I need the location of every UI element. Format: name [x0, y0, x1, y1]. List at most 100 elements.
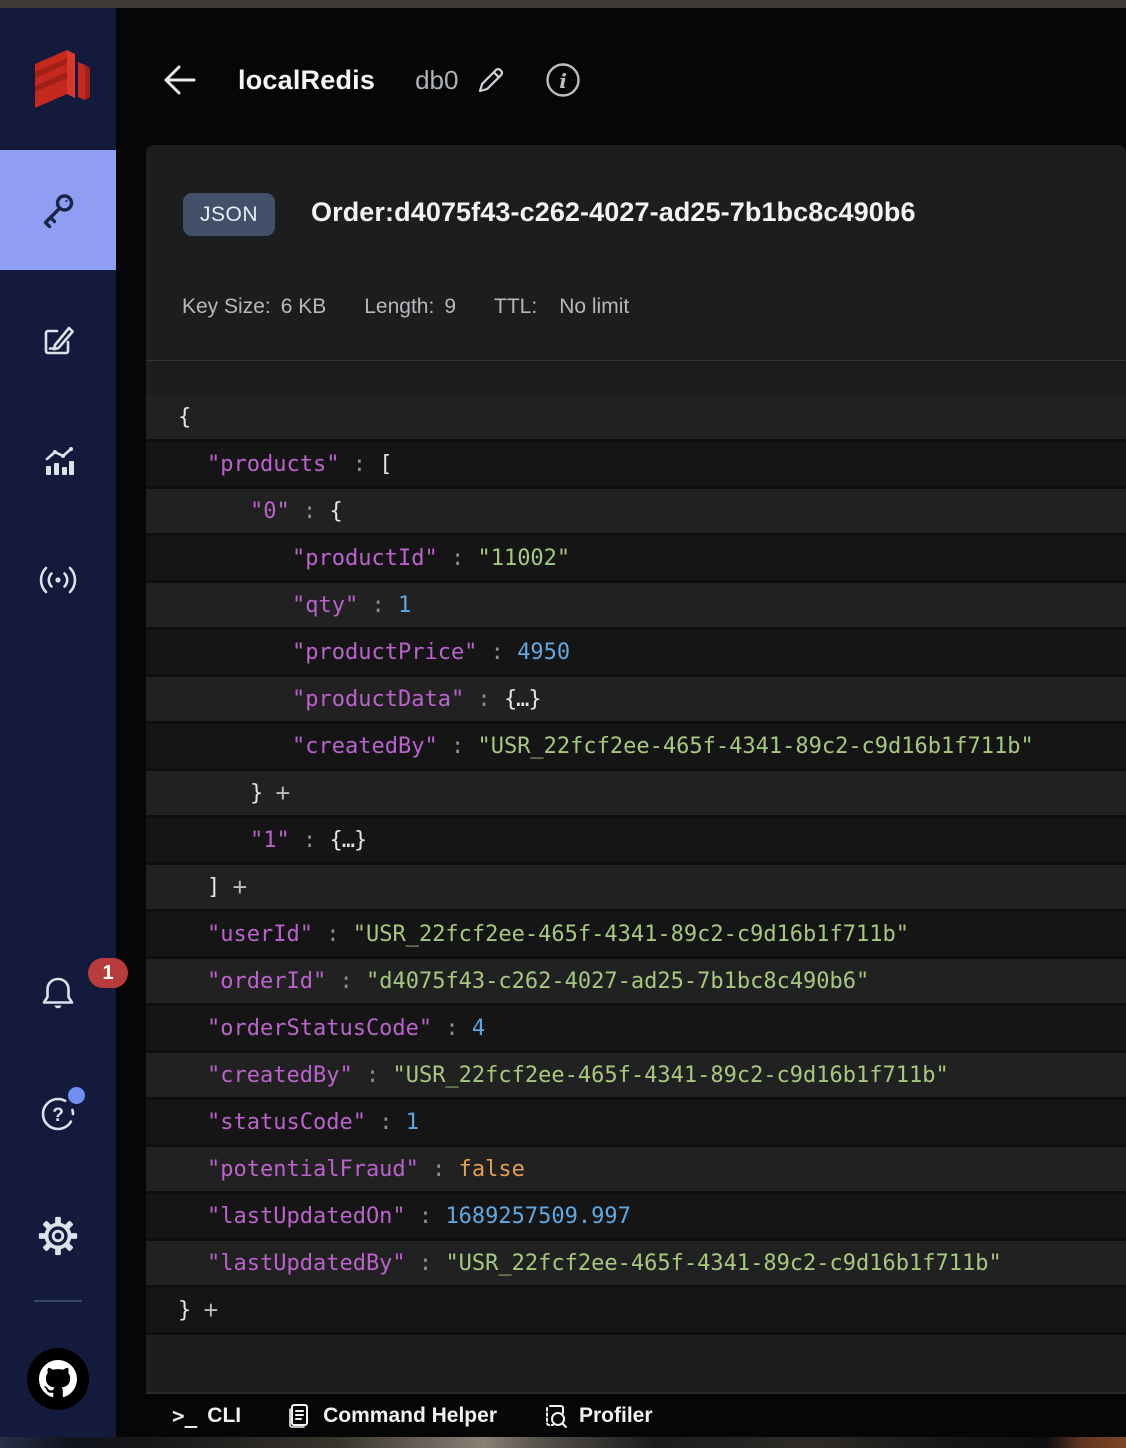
key-ttl[interactable]: TTL: No limit: [494, 295, 629, 319]
json-token-key: "0": [250, 498, 290, 524]
json-token-punct: :: [437, 545, 478, 571]
json-token-string: "USR_22fcf2ee-465f-4341-89c2-c9d16b1f711…: [477, 733, 1034, 759]
json-token-string: "USR_22fcf2ee-465f-4341-89c2-c9d16b1f711…: [445, 1250, 1002, 1276]
json-token-punct: :: [339, 451, 380, 477]
json-row[interactable]: "productPrice" : 4950: [146, 630, 1126, 677]
json-token-collapsed[interactable]: {…}: [330, 828, 368, 853]
sidebar-item-browser[interactable]: [0, 150, 116, 270]
json-row[interactable]: "products" : [: [146, 442, 1126, 489]
db-header: localRedis db0 i: [158, 52, 582, 108]
key-meta-row: Key Size: 6 KB Length: 9 TTL: No limit: [182, 295, 667, 319]
notification-badge: 1: [88, 958, 128, 988]
json-row[interactable]: "orderId" : "d4075f43-c262-4027-ad25-7b1…: [146, 959, 1126, 1006]
back-button[interactable]: [158, 60, 198, 100]
expand-plus-button[interactable]: +: [275, 778, 290, 809]
json-row[interactable]: } +: [146, 771, 1126, 818]
json-row[interactable]: "0" : {: [146, 489, 1126, 536]
json-token-number: 4: [471, 1015, 486, 1041]
json-token-number: 4950: [517, 639, 571, 665]
sidebar-item-notifications[interactable]: 1: [0, 958, 128, 1018]
json-token-bracket: ]: [207, 874, 221, 900]
cli-button[interactable]: >_ CLI: [172, 1404, 241, 1428]
notifications-bell-icon: 1: [34, 958, 128, 1018]
pencil-icon: [479, 68, 504, 93]
json-token-key: "productId": [292, 545, 438, 571]
json-token-punct: :: [365, 1109, 406, 1135]
db-name: localRedis: [238, 64, 376, 95]
json-row[interactable]: ] +: [146, 865, 1126, 912]
json-token-punct: :: [432, 1015, 472, 1041]
window-top-strip: [0, 0, 1126, 8]
edit-db-alias-button[interactable]: [474, 63, 508, 97]
json-token-key: "productData": [292, 686, 465, 712]
json-token-key: "products": [207, 451, 340, 477]
json-row[interactable]: "productId" : "11002": [146, 536, 1126, 583]
github-icon: [27, 1348, 89, 1410]
bottom-tool-bar: >_ CLI Command Helper Profiler: [146, 1392, 1126, 1437]
json-row[interactable]: "qty" : 1: [146, 583, 1126, 630]
json-token-key: "potentialFraud": [207, 1156, 419, 1182]
json-row[interactable]: "createdBy" : "USR_22fcf2ee-465f-4341-89…: [146, 1053, 1126, 1100]
help-icon: ?: [34, 1087, 85, 1138]
json-token-string: "USR_22fcf2ee-465f-4341-89c2-c9d16b1f711…: [392, 1062, 949, 1088]
json-token-bracket: }: [178, 1297, 192, 1323]
sidebar-item-settings[interactable]: [0, 1212, 116, 1260]
profiler-button[interactable]: Profiler: [541, 1402, 653, 1430]
desktop-background-sliver: [0, 1437, 1126, 1448]
sidebar-item-workbench[interactable]: [0, 316, 116, 364]
json-row[interactable]: "createdBy" : "USR_22fcf2ee-465f-4341-89…: [146, 724, 1126, 771]
json-token-punct: :: [358, 592, 398, 618]
sidebar-item-pubsub[interactable]: [0, 556, 116, 604]
json-token-key: "productPrice": [292, 639, 478, 665]
json-row[interactable]: "statusCode" : 1: [146, 1100, 1126, 1147]
settings-gear-icon: [34, 1212, 82, 1260]
sidebar-item-github[interactable]: [0, 1348, 116, 1410]
json-token-bracket: }: [250, 780, 264, 806]
db-info-button[interactable]: i: [544, 61, 582, 99]
pubsub-icon: [34, 556, 82, 604]
json-token-bool: false: [458, 1156, 525, 1182]
json-token-number: 1: [397, 592, 412, 618]
json-token-collapsed[interactable]: {…}: [504, 687, 542, 712]
key-name: Order:d4075f43-c262-4027-ad25-7b1bc8c490…: [311, 197, 916, 227]
json-row[interactable]: "lastUpdatedBy" : "USR_22fcf2ee-465f-434…: [146, 1241, 1126, 1288]
json-token-punct: :: [464, 686, 504, 712]
json-token-key: "lastUpdatedBy": [207, 1250, 406, 1276]
json-token-string: "11002": [477, 545, 571, 571]
expand-plus-button[interactable]: +: [232, 872, 247, 903]
svg-text:i: i: [560, 69, 568, 93]
json-row[interactable]: "orderStatusCode" : 4: [146, 1006, 1126, 1053]
sidebar-item-help[interactable]: ?: [0, 1087, 116, 1138]
json-token-string: "d4075f43-c262-4027-ad25-7b1bc8c490b6": [365, 968, 870, 994]
sidebar-item-analytics[interactable]: [0, 438, 116, 486]
db-index: db0: [415, 64, 459, 95]
json-row[interactable]: } +: [146, 1288, 1126, 1335]
json-token-number: 1689257509.997: [445, 1203, 631, 1229]
json-token-key: "orderStatusCode": [207, 1015, 433, 1041]
json-row[interactable]: "userId" : "USR_22fcf2ee-465f-4341-89c2-…: [146, 912, 1126, 959]
svg-text:?: ?: [52, 1105, 64, 1126]
json-token-key: "lastUpdatedOn": [207, 1203, 406, 1229]
json-token-punct: :: [477, 639, 518, 665]
json-token-bracket: [: [379, 451, 393, 477]
json-token-key: "orderId": [207, 968, 327, 994]
key-length: Length: 9: [364, 295, 457, 318]
json-token-key: "userId": [207, 921, 313, 947]
key-size: Key Size: 6 KB: [182, 295, 327, 318]
json-token-punct: :: [289, 498, 330, 524]
back-arrow-icon: [164, 65, 196, 95]
json-row[interactable]: {: [146, 395, 1126, 442]
json-row[interactable]: "potentialFraud" : false: [146, 1147, 1126, 1194]
command-helper-button[interactable]: Command Helper: [285, 1402, 497, 1430]
json-token-punct: :: [289, 827, 330, 853]
json-row[interactable]: "productData" : {…}: [146, 677, 1126, 724]
sidebar: 1 ?: [0, 8, 128, 1437]
info-icon: i: [546, 63, 581, 97]
key-details-panel: JSON Order:d4075f43-c262-4027-ad25-7b1bc…: [146, 145, 1126, 1392]
json-row[interactable]: "1" : {…}: [146, 818, 1126, 865]
json-token-string: "USR_22fcf2ee-465f-4341-89c2-c9d16b1f711…: [352, 921, 910, 947]
sidebar-divider: [34, 1300, 82, 1302]
profiler-magnifier-icon: [541, 1402, 569, 1430]
json-row[interactable]: "lastUpdatedOn" : 1689257509.997: [146, 1194, 1126, 1241]
expand-plus-button[interactable]: +: [203, 1295, 218, 1326]
